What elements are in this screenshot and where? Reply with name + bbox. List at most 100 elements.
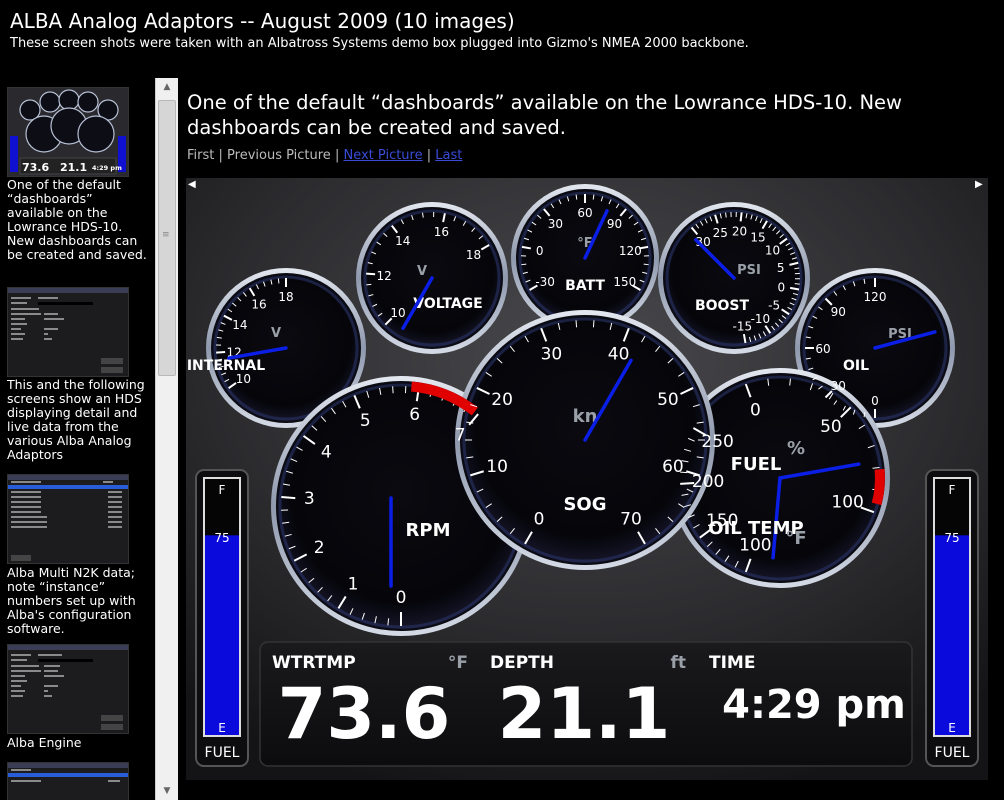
- scroll-up-button[interactable]: ▲: [156, 78, 178, 96]
- gauge-label: SOG: [563, 494, 606, 515]
- gauge-tick-label: 20: [491, 390, 513, 410]
- thumbnail-device-info-graphic: [8, 288, 128, 373]
- picture-navigation: First | Previous Picture | Next Picture …: [187, 148, 462, 163]
- gauge-tick-label: 5: [360, 411, 371, 431]
- readout-value: 73.6: [278, 673, 451, 755]
- gauge-label: RPM: [406, 520, 451, 541]
- readout-unit: °F: [448, 653, 468, 673]
- gauge-tick-label: 12: [376, 269, 391, 283]
- gauge-tick-label: 0: [777, 280, 785, 294]
- scrollbar-thumb[interactable]: ≡: [158, 100, 176, 376]
- gauge-unit: V: [417, 264, 427, 279]
- thumb-time-value: 4:29 pm: [92, 164, 122, 172]
- gauge-tick-label: 60: [815, 342, 830, 356]
- gauge-tick: [725, 212, 727, 218]
- gauge-tick-label: 25: [713, 226, 728, 240]
- fuel-bar-label: FUEL: [935, 745, 970, 761]
- gauge-tick: [422, 212, 424, 218]
- thumbnail-image-data-list[interactable]: [7, 762, 129, 800]
- gauge-label: FUEL: [731, 454, 782, 475]
- gauge-tick-label: 0: [396, 588, 407, 608]
- gauge-tick-label: 90: [831, 305, 846, 319]
- fuel-bar-mark-label: 75: [944, 531, 959, 545]
- gauge-tick-label: 0: [536, 244, 544, 258]
- gauge-label: INTERNAL: [187, 358, 265, 374]
- last-picture-link[interactable]: Last: [435, 148, 462, 163]
- gauge-tick: [739, 212, 743, 222]
- gauge-tick-label: -15: [733, 319, 753, 333]
- thumb-depth-value: 21.1: [60, 161, 87, 174]
- gauge-tick-label: 30: [831, 379, 846, 393]
- gauge-tick-label: 15: [750, 230, 765, 244]
- gauge-tick-label: 18: [278, 290, 293, 304]
- gauge-tick-label: 16: [251, 298, 266, 312]
- fuel-bar-fill: [205, 535, 239, 735]
- gauge-label: OIL: [843, 358, 869, 374]
- gauge-label: BOOST: [695, 298, 750, 314]
- gauge-tick-label: 60: [662, 457, 684, 477]
- gauge-tick: [521, 263, 527, 266]
- gauge-tick-label: 70: [620, 510, 642, 530]
- gauge-tick-label: 5: [777, 261, 785, 275]
- previous-arrow-icon[interactable]: ◀: [188, 179, 196, 190]
- gauge-tick: [643, 263, 649, 266]
- fuel-bar-empty-label: E: [948, 721, 956, 735]
- gauge-tick: [366, 283, 372, 286]
- thumbnail-image-device-info[interactable]: [7, 287, 129, 377]
- gauge-unit: PSI: [737, 263, 761, 278]
- fuel-bar-mark-label: 75: [214, 531, 229, 545]
- nav-separator: |: [426, 148, 432, 163]
- fuel-bar-full-label: F: [949, 483, 956, 497]
- fuel-bar-empty-label: E: [218, 721, 226, 735]
- fuel-bar-left: F 75 E FUEL: [195, 469, 249, 767]
- thumbnail-data-list-graphic: [8, 475, 128, 561]
- readout-label: TIME: [709, 653, 755, 673]
- gauge-tick: [216, 350, 226, 354]
- scroll-down-button[interactable]: ▼: [156, 782, 178, 800]
- gauge-tick-label: 10: [390, 306, 405, 320]
- thumbnail-caption: Alba Engine: [7, 735, 82, 750]
- fuel-bar-full-label: F: [219, 483, 226, 497]
- next-picture-link[interactable]: Next Picture: [343, 148, 422, 163]
- dashboard-graphic: 1012141618INTERNALV1012141618VOLTAGEV-30…: [186, 178, 988, 780]
- gauge-tick-label: 50: [657, 390, 679, 410]
- picture-caption: One of the default “dashboards” availabl…: [187, 91, 903, 139]
- gauge-tick-label: 6: [409, 405, 420, 425]
- gauge-tick-label: 7: [455, 426, 466, 446]
- thumbnail-image-dashboard[interactable]: 73.6 21.1 4:29 pm: [7, 87, 129, 177]
- thumbnail-image-device-info[interactable]: [7, 644, 129, 734]
- gauge-tick-label: 1: [348, 575, 359, 595]
- gauge-tick-label: 4: [321, 442, 332, 462]
- nav-previous: Previous Picture: [227, 148, 331, 163]
- thumbnail-data-list-graphic: [8, 763, 128, 782]
- gauge-tick: [592, 320, 595, 328]
- gauge-unit: V: [271, 326, 281, 341]
- thumbnail-image-data-list[interactable]: [7, 474, 129, 564]
- fuel-bar-fill: [935, 535, 969, 735]
- gauge-tick-label: 10: [765, 243, 780, 257]
- gauge-tick: [281, 496, 296, 500]
- gauge-tick-label: -5: [768, 298, 780, 312]
- gauge-unit: %: [787, 438, 805, 459]
- gauge-tick-label: 150: [613, 275, 636, 289]
- gauge-tick-label: -10: [751, 312, 771, 326]
- sidebar-scrollbar[interactable]: ▲ ≡ ▼: [155, 78, 178, 800]
- gauge-tick-label: 30: [548, 217, 563, 231]
- gauge-tick-label: 3: [304, 489, 315, 509]
- gauge-tick-label: 50: [820, 417, 842, 437]
- gauge-tick-label: 30: [541, 344, 563, 364]
- thumbnail-sidebar: 73.6 21.1 4:29 pm One of the default “da…: [0, 78, 178, 800]
- gauge-tick-label: 120: [619, 244, 642, 258]
- gauge-tick-label: 20: [732, 224, 747, 238]
- dashboard-screenshot: 10 12 14 16 18 INTERNAL V 10 12 14 16 18 VOLTAGE V -30…: [186, 178, 988, 780]
- readout-panel: WTRTMP °F73.6 DEPTH ft21.1 TIME 4:29 pm: [259, 641, 913, 767]
- readout-label: WTRTMP: [272, 653, 356, 673]
- gauge-unit: °F: [785, 528, 806, 549]
- nav-separator: |: [334, 148, 340, 163]
- fuel-bar-label: FUEL: [205, 745, 240, 761]
- scrollbar-grip-icon: ≡: [162, 230, 170, 240]
- nav-separator: |: [218, 148, 223, 163]
- readout-label: DEPTH: [490, 653, 554, 673]
- next-arrow-icon[interactable]: ▶: [975, 179, 983, 190]
- gauge-tick-label: 0: [534, 510, 545, 530]
